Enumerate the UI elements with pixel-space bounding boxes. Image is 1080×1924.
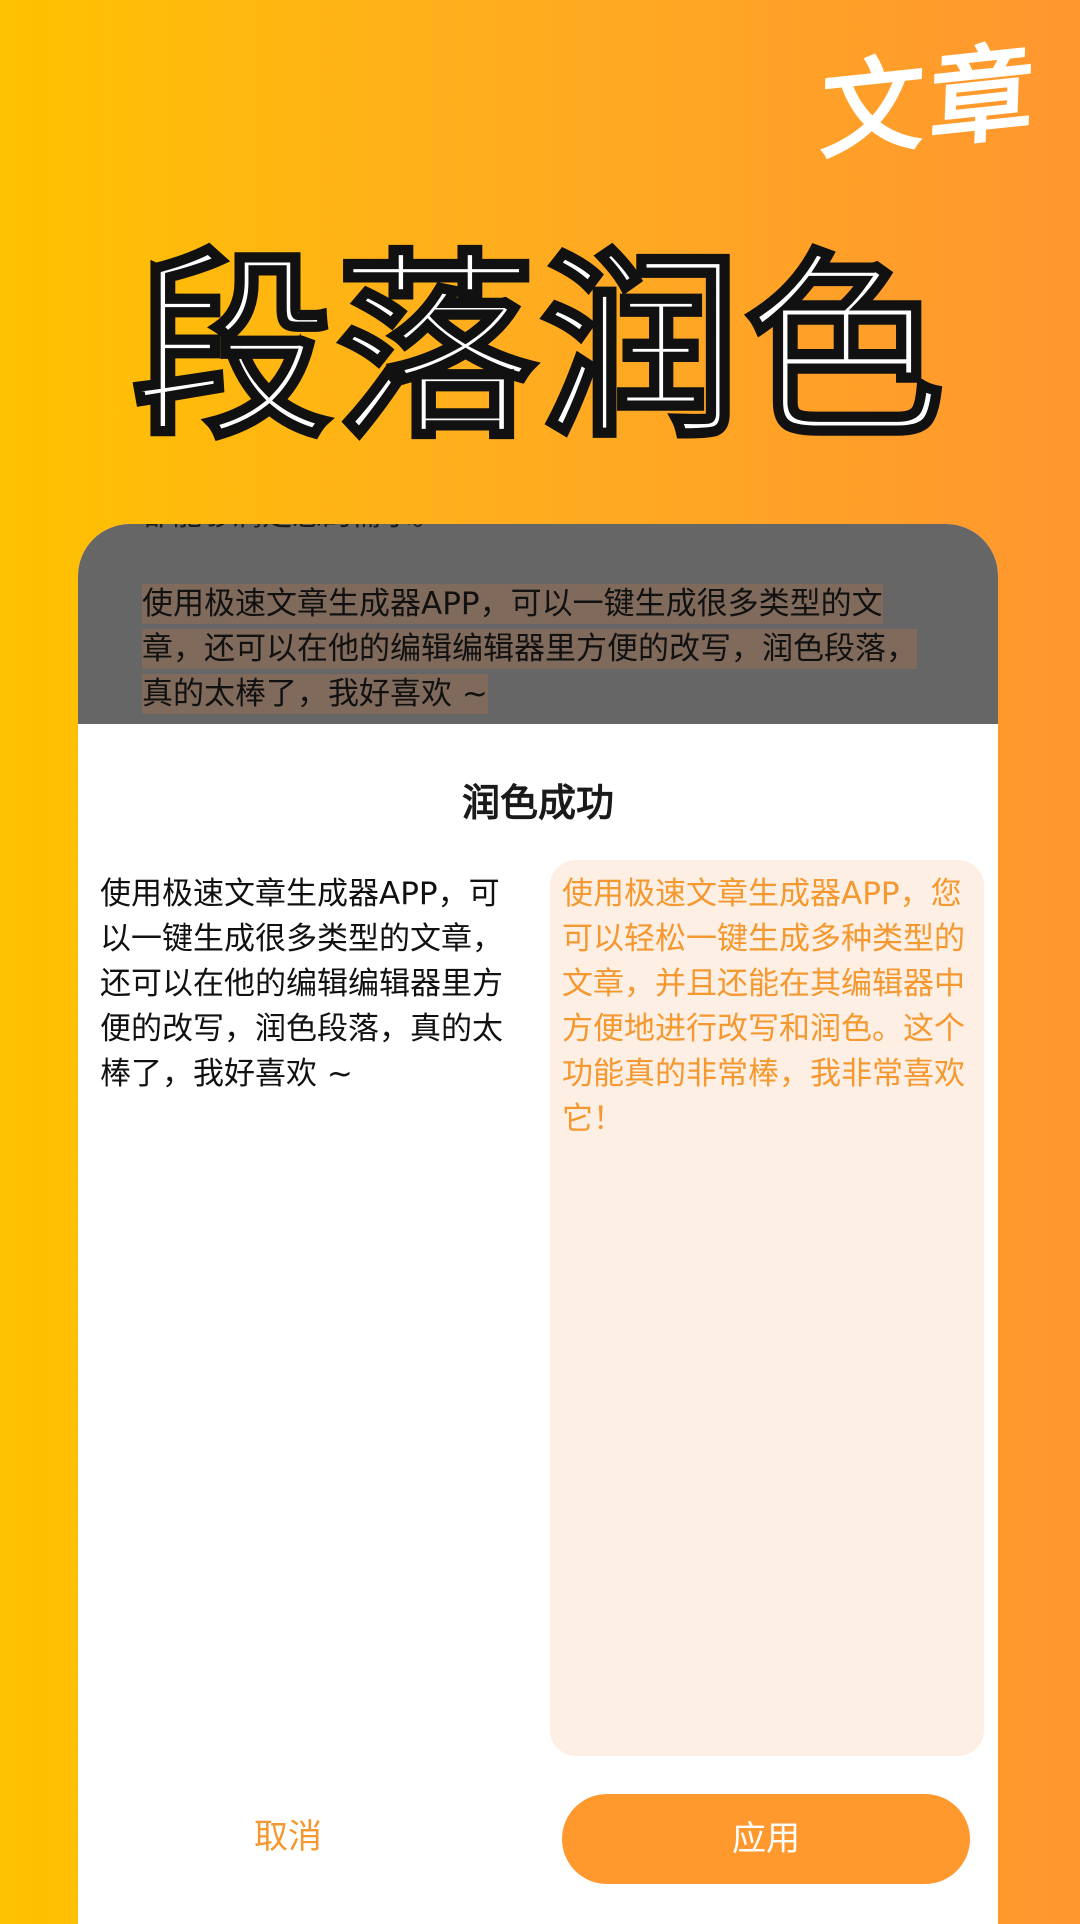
apply-button[interactable]: 应用: [562, 1794, 970, 1884]
corner-title: 文章: [818, 28, 1042, 176]
editor-cutoff-text: 都能够满足您的需求。: [142, 524, 442, 534]
dialog-title: 润色成功: [461, 781, 614, 825]
phone-screen: 都能够满足您的需求。 使用极速文章生成器APP，可以一键生成很多类型的文章，还可…: [78, 524, 998, 1924]
editor-backdrop: 都能够满足您的需求。 使用极速文章生成器APP，可以一键生成很多类型的文章，还可…: [78, 524, 998, 724]
cancel-button[interactable]: 取消: [188, 1802, 388, 1872]
hero-title: 段落润色: [130, 233, 948, 466]
polish-result-dialog: 润色成功 使用极速文章生成器APP，可以一键生成很多类型的文章，还可以在他的编辑…: [78, 740, 998, 1924]
polished-text-panel: 使用极速文章生成器APP，您可以轻松一键生成多种类型的文章，并且还能在其编辑器中…: [550, 860, 984, 1756]
selected-paragraph: 使用极速文章生成器APP，可以一键生成很多类型的文章，还可以在他的编辑编辑器里方…: [142, 582, 932, 717]
polished-text: 使用极速文章生成器APP，您可以轻松一键生成多种类型的文章，并且还能在其编辑器中…: [562, 876, 965, 1137]
selected-paragraph-text: 使用极速文章生成器APP，可以一键生成很多类型的文章，还可以在他的编辑编辑器里方…: [142, 584, 917, 714]
original-text: 使用极速文章生成器APP，可以一键生成很多类型的文章，还可以在他的编辑编辑器里方…: [100, 876, 503, 1092]
